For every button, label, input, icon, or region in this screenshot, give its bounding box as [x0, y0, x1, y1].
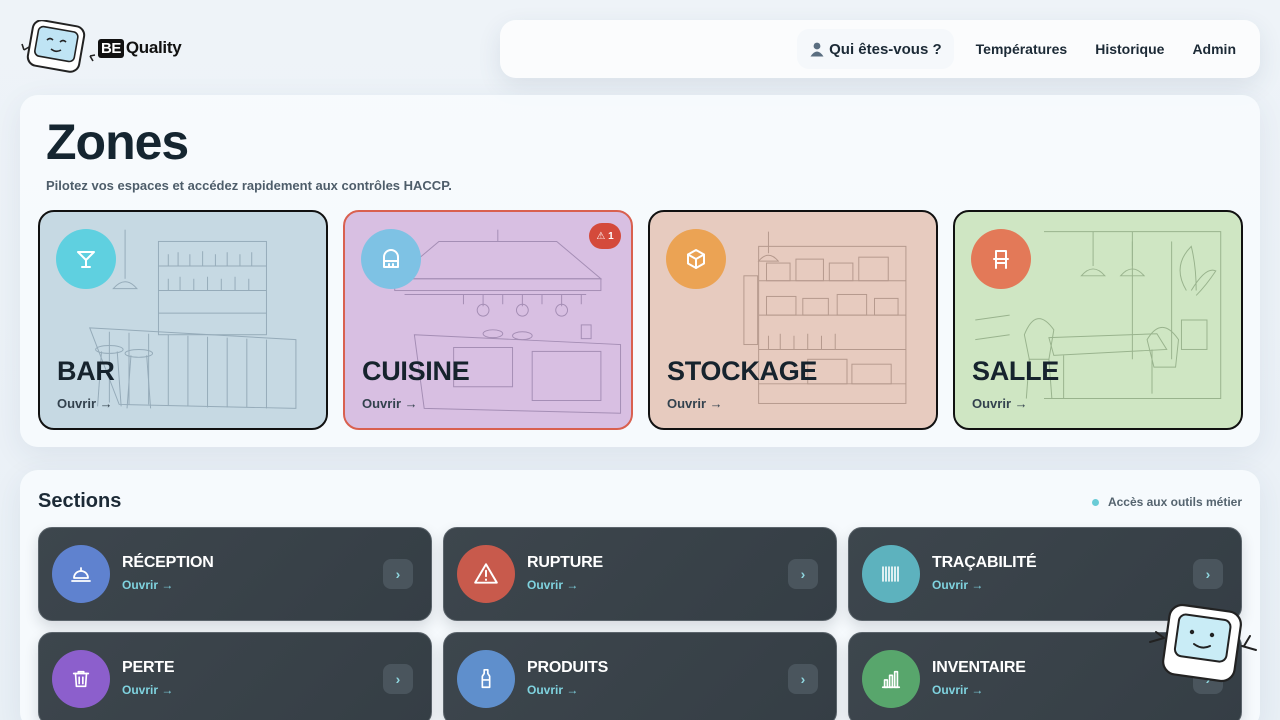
zone-icon-salle: [971, 229, 1031, 289]
zone-open-stockage[interactable]: Ouvrir →: [667, 396, 723, 411]
zone-card-bar[interactable]: BAR Ouvrir →: [38, 210, 328, 430]
warning-icon: [474, 563, 498, 584]
barcode-icon: [882, 566, 899, 582]
sections-title: Sections: [38, 490, 122, 512]
section-card-rupture[interactable]: RUPTURE Ouvrir → ›: [443, 527, 837, 621]
section-name-tracabilite: TRAÇABILITÉ: [932, 554, 1037, 571]
zones-panel: Zones Pilotez vos espaces et accédez rap…: [20, 95, 1260, 447]
sections-hint: Accès aux outils métier: [1091, 495, 1242, 509]
chair-icon: [993, 250, 1009, 269]
zone-card-cuisine[interactable]: ⚠ 1 CUISINE Ouvrir →: [343, 210, 633, 430]
section-icon-inventaire: [862, 650, 920, 708]
zone-open-bar[interactable]: Ouvrir →: [57, 396, 113, 411]
zone-icon-stockage: [666, 229, 726, 289]
section-open-produits[interactable]: Ouvrir →: [527, 683, 578, 697]
page-subtitle: Pilotez vos espaces et accédez rapidemen…: [46, 178, 452, 193]
brand-prefix: BE: [98, 38, 124, 58]
mascot-icon: [20, 20, 96, 76]
logo[interactable]: BE Quality: [20, 20, 182, 76]
section-name-reception: RÉCEPTION: [122, 554, 214, 571]
section-icon-rupture: [457, 545, 515, 603]
bell-icon: [71, 567, 91, 582]
nav-history[interactable]: Historique: [1095, 41, 1164, 57]
section-name-perte: PERTE: [122, 659, 175, 676]
section-icon-perte: [52, 650, 110, 708]
nav-admin[interactable]: Admin: [1192, 41, 1236, 57]
section-open-tracabilite[interactable]: Ouvrir →: [932, 578, 983, 592]
zone-open-salle[interactable]: Ouvrir →: [972, 396, 1028, 411]
section-icon-produits: [457, 650, 515, 708]
chevron-right-icon[interactable]: ›: [383, 559, 413, 589]
section-open-reception[interactable]: Ouvrir →: [122, 578, 173, 592]
top-navigation: Qui êtes-vous ? Températures Historique …: [500, 20, 1260, 78]
section-open-inventaire[interactable]: Ouvrir →: [932, 683, 983, 697]
zone-name-cuisine: CUISINE: [362, 356, 470, 386]
chart-icon: [881, 670, 901, 689]
box-icon: [687, 249, 705, 269]
zone-card-stockage[interactable]: STOCKAGE Ouvrir →: [648, 210, 938, 430]
chevron-right-icon[interactable]: ›: [1193, 559, 1223, 589]
chevron-right-icon[interactable]: ›: [383, 664, 413, 694]
page-title: Zones: [46, 114, 189, 170]
zone-open-cuisine[interactable]: Ouvrir →: [362, 396, 418, 411]
section-name-rupture: RUPTURE: [527, 554, 603, 571]
section-open-rupture[interactable]: Ouvrir →: [527, 578, 578, 592]
section-card-perte[interactable]: PERTE Ouvrir → ›: [38, 632, 432, 720]
section-open-perte[interactable]: Ouvrir →: [122, 683, 173, 697]
chevron-right-icon[interactable]: ›: [788, 664, 818, 694]
section-card-reception[interactable]: RÉCEPTION Ouvrir → ›: [38, 527, 432, 621]
sections-hint-text: Accès aux outils métier: [1107, 495, 1242, 509]
cocktail-icon: [77, 251, 95, 268]
brand-name: Quality: [125, 38, 182, 57]
zone-alert-badge: ⚠ 1: [589, 223, 621, 249]
section-name-produits: PRODUITS: [527, 659, 609, 676]
trash-icon: [72, 670, 90, 688]
zone-card-salle[interactable]: SALLE Ouvrir →: [953, 210, 1243, 430]
brand-wordmark: BE Quality: [98, 38, 182, 58]
section-icon-reception: [52, 545, 110, 603]
who-are-you-button[interactable]: Qui êtes-vous ?: [797, 29, 954, 69]
section-icon-tracabilite: [862, 545, 920, 603]
zone-icon-bar: [56, 229, 116, 289]
section-name-inventaire: INVENTAIRE: [932, 659, 1026, 676]
assistant-mascot-icon[interactable]: [1146, 602, 1260, 688]
hint-dot-icon: [1091, 498, 1099, 506]
zone-name-salle: SALLE: [972, 356, 1060, 386]
bottle-icon: [481, 669, 491, 689]
chevron-right-icon[interactable]: ›: [788, 559, 818, 589]
nav-temperatures[interactable]: Températures: [976, 41, 1068, 57]
zone-name-stockage: STOCKAGE: [667, 356, 818, 386]
zone-name-bar: BAR: [57, 356, 115, 386]
section-card-produits[interactable]: PRODUITS Ouvrir → ›: [443, 632, 837, 720]
sections-panel: Sections Accès aux outils métier RÉCEPTI…: [20, 470, 1260, 720]
who-are-you-label: Qui êtes-vous ?: [829, 40, 942, 58]
oven-icon: [383, 249, 399, 268]
zone-icon-cuisine: [361, 229, 421, 289]
user-icon: [810, 42, 824, 57]
